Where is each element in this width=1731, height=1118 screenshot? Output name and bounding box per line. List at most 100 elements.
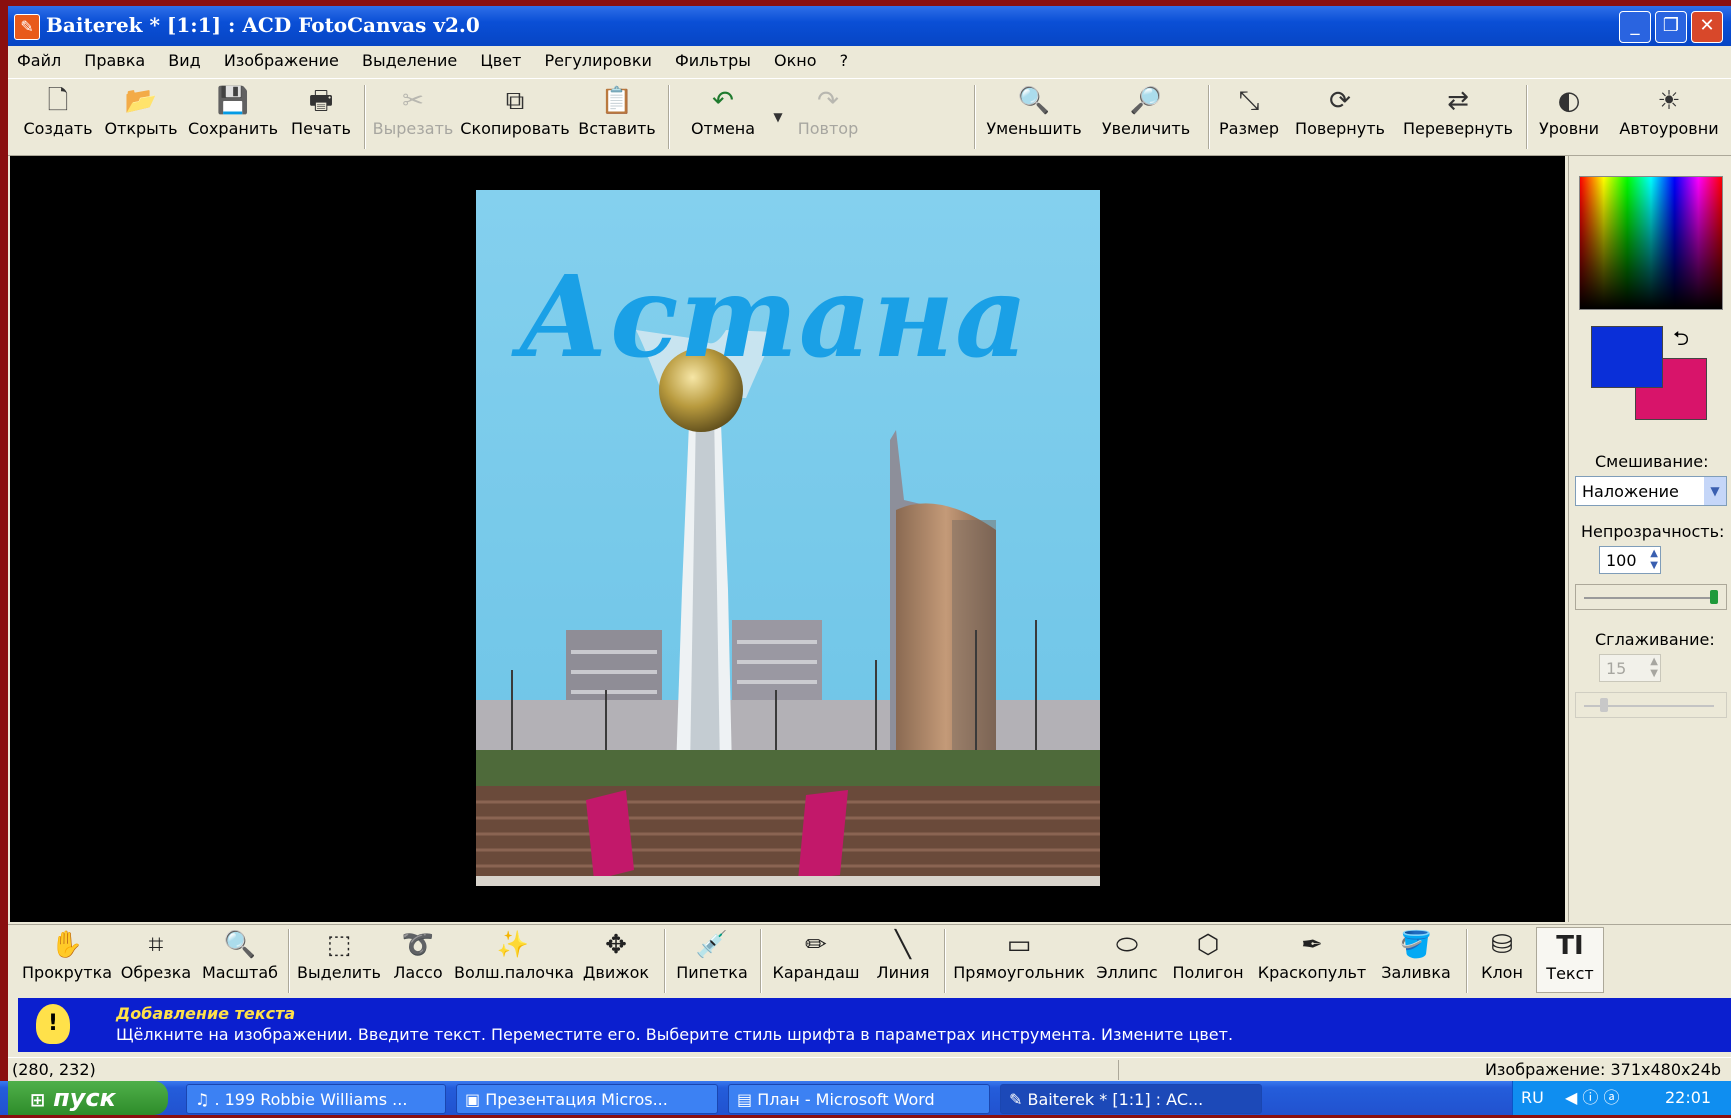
toolbar-separator: [364, 85, 366, 149]
zoom-out-button[interactable]: 🔍 Уменьшить: [984, 83, 1084, 151]
zoom-tool[interactable]: 🔍 Масштаб: [200, 927, 280, 991]
menu-file[interactable]: Файл: [8, 46, 70, 76]
toolbar-separator: [288, 929, 290, 993]
crop-icon: ⌗: [148, 930, 164, 960]
spin-arrows-icon[interactable]: ▲ ▼: [1650, 656, 1658, 680]
menu-filters[interactable]: Фильтры: [666, 46, 760, 76]
slider-thumb[interactable]: [1710, 590, 1718, 604]
pencil-tool[interactable]: ✏ Карандаш: [768, 927, 864, 991]
menu-bar: Файл Правка Вид Изображение Выделение Цв…: [8, 46, 1731, 76]
clone-tool[interactable]: ⛁ Клон: [1474, 927, 1530, 991]
swap-colors-icon[interactable]: ⮌: [1673, 324, 1689, 358]
title-bar[interactable]: ✎ Baiterek * [1:1] : ACD FotoCanvas v2.0…: [8, 6, 1731, 46]
redo-button[interactable]: ↷ Повтор: [788, 83, 868, 151]
copy-button[interactable]: ⧉ Скопировать: [460, 83, 570, 151]
blend-mode-value: Наложение: [1582, 482, 1679, 501]
image-canvas[interactable]: Астана: [476, 190, 1100, 886]
scroll-tool[interactable]: ✋ Прокрутка: [22, 927, 112, 991]
airbrush-tool[interactable]: ✒ Краскопульт: [1254, 927, 1370, 991]
foreground-color-swatch[interactable]: [1591, 326, 1663, 388]
window-title: Baiterek * [1:1] : ACD FotoCanvas v2.0: [46, 13, 480, 37]
line-tool[interactable]: ╲ Линия: [870, 927, 936, 991]
start-button[interactable]: ⊞ пуск: [8, 1081, 168, 1115]
smoothing-label: Сглаживание:: [1595, 630, 1715, 649]
close-button[interactable]: ✕: [1691, 11, 1723, 43]
polygon-tool[interactable]: ⬡ Полигон: [1168, 927, 1248, 991]
ellipse-tool[interactable]: ⬭ Эллипс: [1092, 927, 1162, 991]
taskbar-item-word[interactable]: ▤ План - Microsoft Word: [728, 1084, 990, 1114]
levels-button[interactable]: ◐ Уровни: [1534, 83, 1604, 151]
menu-selection[interactable]: Выделение: [353, 46, 466, 76]
magic-wand-icon: ✨: [496, 930, 530, 960]
text-tool[interactable]: TI Текст: [1536, 927, 1604, 993]
menu-help[interactable]: ?: [831, 46, 858, 76]
flip-button[interactable]: ⇄ Перевернуть: [1398, 83, 1518, 151]
save-disk-icon: 💾: [216, 86, 250, 116]
rectangle-tool[interactable]: ▭ Прямоугольник: [952, 927, 1086, 991]
lasso-icon: ➰: [401, 930, 435, 960]
open-button[interactable]: 📂 Открыть: [102, 83, 180, 151]
canvas-area[interactable]: Астана: [10, 156, 1565, 922]
cut-button[interactable]: ✂ Вырезать: [372, 83, 454, 151]
menu-color[interactable]: Цвет: [471, 46, 530, 76]
zoom-in-button[interactable]: 🔎 Увеличить: [1096, 83, 1196, 151]
lightbulb-icon: !: [36, 1004, 70, 1044]
menu-adjustments[interactable]: Регулировки: [535, 46, 660, 76]
auto-levels-button[interactable]: ☀ Автоуровни: [1614, 83, 1724, 151]
line-icon: ╲: [895, 930, 911, 960]
magnifier-minus-icon: 🔍: [1017, 86, 1051, 116]
spin-arrows-icon[interactable]: ▲ ▼: [1650, 548, 1658, 572]
resize-button[interactable]: ⤡ Размер: [1216, 83, 1282, 151]
minimize-button[interactable]: _: [1619, 11, 1651, 43]
pencil-icon: ✏: [805, 930, 827, 960]
paint-bucket-icon: 🪣: [1399, 930, 1433, 960]
smoothing-stepper[interactable]: 15 ▲ ▼: [1599, 654, 1661, 682]
magnifier-plus-icon: 🔎: [1129, 86, 1163, 116]
smoothing-slider[interactable]: [1575, 692, 1727, 718]
music-icon: ♫: [195, 1090, 215, 1109]
opacity-slider[interactable]: [1575, 584, 1727, 610]
create-button[interactable]: 🗋 Создать: [22, 83, 94, 151]
move-arrows-icon: ✥: [605, 930, 627, 960]
taskbar-item-music[interactable]: ♫ . 199 Robbie Williams ...: [186, 1084, 446, 1114]
toolbar-separator: [668, 85, 670, 149]
crop-tool[interactable]: ⌗ Обрезка: [118, 927, 194, 991]
color-spectrum-picker[interactable]: [1579, 176, 1723, 310]
eyedropper-tool[interactable]: 💉 Пипетка: [672, 927, 752, 991]
maximize-button[interactable]: ❐: [1655, 11, 1687, 43]
toolbar-separator: [1526, 85, 1528, 149]
powerpoint-icon: ▣: [465, 1090, 486, 1109]
flip-icon: ⇄: [1447, 86, 1469, 116]
undo-button[interactable]: ↶ Отмена: [678, 83, 768, 151]
menu-view[interactable]: Вид: [159, 46, 209, 76]
rotate-button[interactable]: ⟳ Повернуть: [1292, 83, 1388, 151]
toolbar-separator: [1208, 85, 1210, 149]
lasso-tool[interactable]: ➰ Лассо: [388, 927, 448, 991]
language-indicator[interactable]: RU: [1521, 1081, 1544, 1115]
blend-mode-select[interactable]: Наложение ▼: [1575, 476, 1727, 506]
menu-image[interactable]: Изображение: [215, 46, 348, 76]
toolbar-separator: [974, 85, 976, 149]
marquee-icon: ⬚: [326, 930, 352, 960]
move-tool[interactable]: ✥ Движок: [578, 927, 654, 991]
taskbar-item-presentation[interactable]: ▣ Презентация Micros...: [456, 1084, 718, 1114]
slider-thumb[interactable]: [1599, 698, 1608, 712]
app-window: ✎ Baiterek * [1:1] : ACD FotoCanvas v2.0…: [8, 6, 1731, 1081]
chevron-down-icon[interactable]: ▼: [1704, 477, 1726, 505]
save-button[interactable]: 💾 Сохранить: [188, 83, 278, 151]
paste-button[interactable]: 📋 Вставить: [576, 83, 658, 151]
system-tray: RU ◀ ⓘ ⓐ 22:01: [1512, 1081, 1731, 1115]
menu-window[interactable]: Окно: [765, 46, 826, 76]
fill-tool[interactable]: 🪣 Заливка: [1376, 927, 1456, 991]
menu-edit[interactable]: Правка: [75, 46, 154, 76]
select-tool[interactable]: ⬚ Выделить: [296, 927, 382, 991]
tool-options-panel: ⮌ Смешивание: Наложение ▼ Непрозрачность…: [1568, 156, 1731, 922]
app-icon[interactable]: ✎: [14, 14, 40, 40]
opacity-stepper[interactable]: 100 ▲ ▼: [1599, 546, 1661, 574]
tray-icons[interactable]: ◀ ⓘ ⓐ: [1565, 1081, 1619, 1115]
print-button[interactable]: 🖶 Печать: [286, 83, 356, 151]
magic-wand-tool[interactable]: ✨ Волш.палочка: [454, 927, 574, 991]
rotate-icon: ⟳: [1329, 86, 1351, 116]
taskbar-item-fotocanvas[interactable]: ✎ Baiterek * [1:1] : AC...: [1000, 1084, 1262, 1114]
tools-toolbar: ✋ Прокрутка ⌗ Обрезка 🔍 Масштаб ⬚ Выделить ➰…: [8, 924, 1731, 995]
